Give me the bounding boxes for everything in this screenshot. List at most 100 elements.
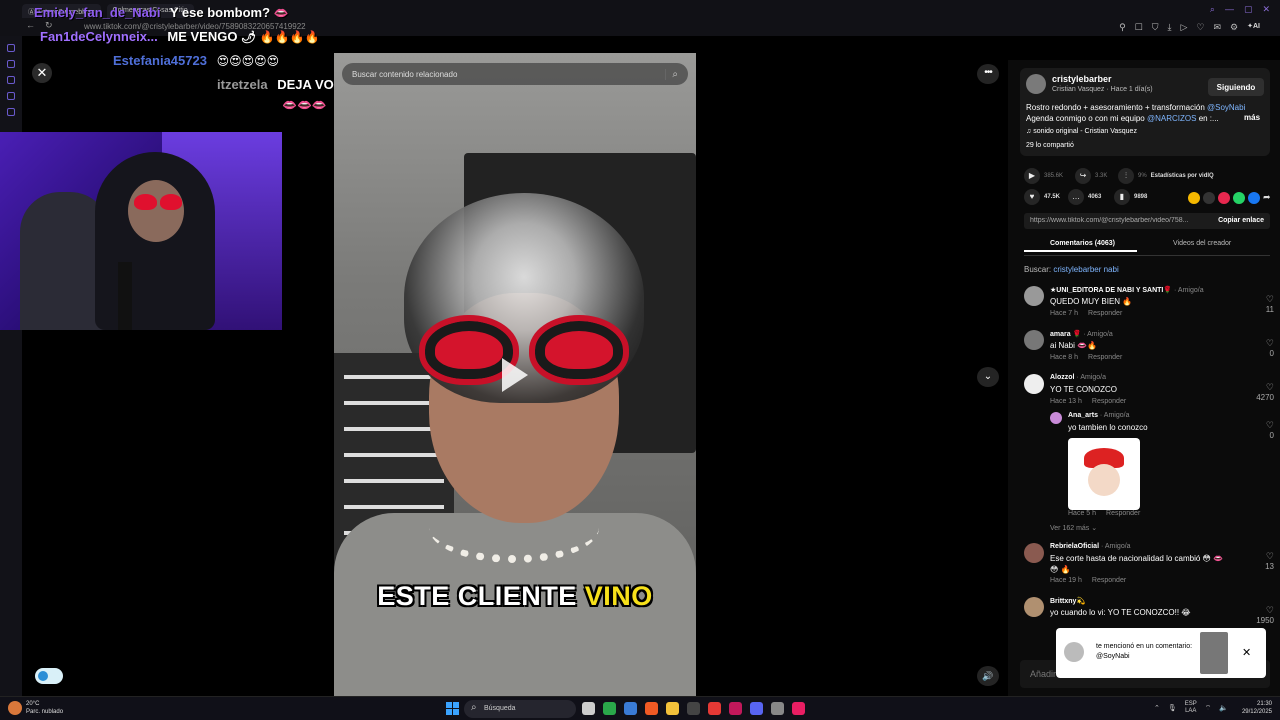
- sidebar-icon[interactable]: [7, 60, 15, 68]
- download-icon[interactable]: ⤓: [1168, 22, 1172, 33]
- reply-button[interactable]: Responder: [1106, 510, 1140, 517]
- speaker-icon[interactable]: 🔈: [1219, 704, 1228, 712]
- capcut-icon[interactable]: [687, 702, 700, 715]
- mention-link[interactable]: @SoyNabi: [1207, 103, 1245, 112]
- browser-tab[interactable]: Colmeneras Cosas Sitio: [106, 4, 194, 18]
- minimize-icon[interactable]: —: [1225, 4, 1234, 15]
- folder-icon[interactable]: [666, 702, 679, 715]
- reply-button[interactable]: Responder: [1088, 354, 1122, 361]
- youtube-icon[interactable]: [708, 702, 721, 715]
- wifi-icon[interactable]: ⌔: [1205, 704, 1212, 713]
- comment-author[interactable]: Brittxny💫: [1050, 597, 1085, 605]
- next-video-button[interactable]: ⌄: [977, 367, 999, 387]
- comment-likes[interactable]: ♡ 1950: [1244, 605, 1274, 625]
- language-indicator[interactable]: ESP LAA: [1185, 701, 1197, 715]
- comment-author[interactable]: ★UNI_EDITORA DE NABI Y SANTI🌹 · Amigo/a: [1050, 286, 1204, 294]
- browser-tab[interactable]: Ⓐ Antena8 rosebloss: [22, 4, 101, 18]
- close-button[interactable]: ✕: [32, 63, 52, 83]
- copy-link-button[interactable]: Copiar enlace: [1218, 217, 1264, 224]
- follow-button[interactable]: Siguiendo: [1208, 78, 1264, 96]
- comment-author[interactable]: amara 🌹 · Amigo/a: [1050, 330, 1113, 338]
- maximize-icon[interactable]: ▢: [1244, 4, 1253, 15]
- start-icon[interactable]: [446, 702, 459, 715]
- extensions-icon[interactable]: ⚙: [1230, 22, 1238, 33]
- volume-button[interactable]: 🔊: [977, 666, 999, 686]
- whatsapp-icon[interactable]: [1233, 192, 1245, 204]
- bookmark-icon[interactable]: ☐: [1135, 22, 1143, 33]
- avatar[interactable]: [1024, 286, 1044, 306]
- sidebar-icon[interactable]: [7, 92, 15, 100]
- chat-icon[interactable]: ✉: [1214, 22, 1222, 33]
- chevron-up-icon[interactable]: ⌃: [1154, 704, 1160, 712]
- comment-author[interactable]: Alozzol · Amigo/a: [1050, 374, 1106, 381]
- comment-author[interactable]: Ana_arts · Amigo/a: [1068, 412, 1130, 419]
- sidebar-icon[interactable]: [7, 44, 15, 52]
- avatar[interactable]: [1024, 330, 1044, 350]
- play-icon[interactable]: [502, 358, 528, 392]
- more-link[interactable]: más: [1244, 113, 1260, 122]
- xbox-icon[interactable]: [603, 702, 616, 715]
- sidebar-icon[interactable]: [7, 76, 15, 84]
- task-view-icon[interactable]: [582, 702, 595, 715]
- embed-icon[interactable]: [1203, 192, 1215, 204]
- send-icon[interactable]: [1218, 192, 1230, 204]
- discord-icon[interactable]: [750, 702, 763, 715]
- search-icon[interactable]: ⌕: [1210, 4, 1215, 15]
- clock[interactable]: 21:30 29/12/2025: [1242, 700, 1272, 716]
- reply-button[interactable]: Responder: [1088, 310, 1122, 317]
- mention-link[interactable]: @NARCIZOS: [1147, 114, 1196, 123]
- creator-username[interactable]: cristylebarber: [1052, 74, 1112, 84]
- toggle-switch[interactable]: [35, 668, 63, 684]
- tiktok-icon[interactable]: [792, 702, 805, 715]
- vscode-icon[interactable]: [624, 702, 637, 715]
- tab-comments[interactable]: Comentarios (4063): [1024, 240, 1137, 252]
- view-more-replies[interactable]: Ver 162 más ⌄: [1050, 524, 1097, 532]
- avatar[interactable]: [1050, 412, 1062, 424]
- search-icon[interactable]: ⌕: [665, 68, 678, 80]
- likes-stat[interactable]: ♥ 47.5K: [1024, 189, 1060, 205]
- vidiq-stat: ⫶ 9% Estadísticas por vidIQ: [1118, 168, 1214, 184]
- avatar[interactable]: [1026, 74, 1046, 94]
- opera-icon[interactable]: [729, 702, 742, 715]
- comment-likes[interactable]: ♡ 0: [1244, 420, 1274, 440]
- comment-author[interactable]: RebrielaOficial · Amigo/a: [1050, 543, 1131, 550]
- mention-notification[interactable]: te mencionó en un comentario: @SoyNabi ✕: [1056, 628, 1266, 678]
- obs-icon[interactable]: [771, 702, 784, 715]
- avatar[interactable]: [1024, 597, 1044, 617]
- brave-icon[interactable]: [645, 702, 658, 715]
- facebook-icon[interactable]: [1248, 192, 1260, 204]
- reply-button[interactable]: Responder: [1092, 398, 1126, 405]
- comment-likes[interactable]: ♡ 11: [1244, 294, 1274, 314]
- comment-sticker-image[interactable]: [1068, 438, 1140, 510]
- shield-icon[interactable]: ⛉: [1152, 22, 1159, 33]
- share-arrow-icon[interactable]: ➦: [1263, 192, 1275, 204]
- pin-icon[interactable]: ⚲: [1119, 22, 1126, 33]
- address-bar[interactable]: www.tiktok.com/@cristylebarber/video/758…: [84, 22, 306, 31]
- sound-link[interactable]: ♫ sonido original - Cristian Vasquez: [1026, 128, 1137, 135]
- search-suggestion-link[interactable]: cristylebarber nabi: [1053, 265, 1118, 274]
- comment-likes[interactable]: ♡ 13: [1244, 551, 1274, 571]
- more-options-button[interactable]: •••: [977, 64, 999, 84]
- close-icon[interactable]: ✕: [1242, 646, 1251, 659]
- comment-likes[interactable]: ♡ 0: [1244, 338, 1274, 358]
- reply-button[interactable]: Responder: [1092, 577, 1126, 584]
- video-player[interactable]: ⌕ ESTE CLIENTE VINO: [334, 53, 696, 696]
- coin-icon[interactable]: [1188, 192, 1200, 204]
- sidebar-icon[interactable]: [7, 108, 15, 116]
- related-search-input[interactable]: [352, 69, 666, 79]
- mic-icon[interactable]: 🎙: [1168, 704, 1177, 712]
- heart-icon[interactable]: ♡: [1196, 22, 1204, 33]
- comment-likes[interactable]: ♡ 4270: [1244, 382, 1274, 402]
- play-icon[interactable]: ▷: [1181, 22, 1188, 33]
- back-icon[interactable]: ←: [26, 20, 35, 31]
- close-window-icon[interactable]: ✕: [1262, 4, 1270, 15]
- weather-widget[interactable]: 20°C Parc. nublado: [8, 700, 63, 716]
- reload-icon[interactable]: ↻: [45, 20, 53, 31]
- tab-creator-videos[interactable]: Videos del creador: [1173, 240, 1231, 247]
- taskbar-search[interactable]: Búsqueda: [464, 700, 576, 718]
- avatar[interactable]: [1024, 543, 1044, 563]
- avatar[interactable]: [1024, 374, 1044, 394]
- saves-stat[interactable]: ▮ 9898: [1114, 189, 1147, 205]
- comments-stat[interactable]: … 4063: [1068, 189, 1101, 205]
- ai-icon[interactable]: ✦AI: [1247, 22, 1260, 33]
